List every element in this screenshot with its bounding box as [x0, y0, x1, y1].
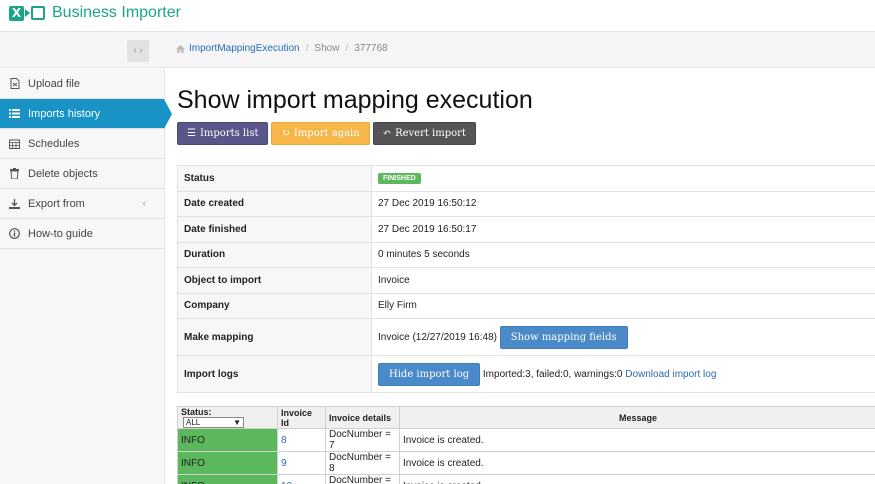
detail-value: 27 Dec 2019 16:50:12 [371, 190, 875, 217]
invoice-id-link[interactable]: 9 [277, 451, 326, 476]
list-icon: ☰ [187, 128, 196, 139]
detail-row-mapping: Make mapping Invoice (12/27/2019 16:48) … [177, 318, 875, 356]
status-filter-label: Status: [181, 407, 212, 417]
log-row: INFO 10 DocNumber = 9 Invoice is created… [177, 474, 875, 484]
download-import-log-link[interactable]: Download import log [625, 369, 716, 380]
action-toolbar: ☰ Imports list ↻ Import again ↶ Revert i… [177, 122, 479, 145]
column-header-invoice-id: Invoice Id [277, 405, 326, 430]
log-message: Invoice is created. [399, 474, 875, 484]
invoice-details: DocNumber = 7 [325, 428, 400, 453]
invoice-id-link[interactable]: 10 [277, 474, 326, 484]
app-title: Business Importer [52, 4, 181, 21]
import-again-button[interactable]: ↻ Import again [271, 122, 370, 145]
logo-mark-icon: X [9, 5, 45, 21]
refresh-icon: ↻ [281, 128, 290, 139]
chevron-left-icon[interactable]: ‹ [143, 198, 146, 209]
breadcrumb-bar: ‹ › ImportMappingExecution / Show / 3777… [0, 32, 875, 68]
column-header-invoice-details: Invoice details [325, 405, 400, 430]
log-message: Invoice is created. [399, 451, 875, 476]
main-content: Show import mapping execution ☰ Imports … [165, 69, 875, 484]
breadcrumb-link-execution[interactable]: ImportMappingExecution [189, 43, 300, 54]
detail-label: Make mapping [177, 318, 372, 356]
sidebar: Upload file Imports history Schedules De… [0, 69, 172, 484]
detail-label: Company [177, 292, 372, 319]
detail-label: Import logs [177, 355, 372, 393]
detail-label: Object to import [177, 267, 372, 294]
log-level: INFO [177, 428, 278, 453]
detail-row-date-finished: Date finished 27 Dec 2019 16:50:17 [177, 216, 875, 243]
breadcrumb-separator: / [305, 43, 309, 54]
detail-label: Duration [177, 241, 372, 268]
chevron-right-icon: › [139, 45, 143, 56]
page-title: Show import mapping execution [177, 86, 533, 114]
invoice-id-link[interactable]: 8 [277, 428, 326, 453]
sidebar-item-delete-objects[interactable]: Delete objects [0, 159, 164, 189]
import-again-label: Import again [293, 128, 360, 139]
info-icon [9, 228, 20, 239]
detail-label: Date created [177, 190, 372, 217]
list-icon [9, 108, 20, 119]
log-row: INFO 8 DocNumber = 7 Invoice is created. [177, 428, 875, 453]
imports-list-button[interactable]: ☰ Imports list [177, 122, 269, 145]
sidebar-item-label: Delete objects [28, 167, 98, 180]
log-message: Invoice is created. [399, 428, 875, 453]
invoice-details: DocNumber = 8 [325, 451, 400, 476]
import-log-table: Status: ALL ▼ Invoice Id Invoice details… [177, 405, 875, 484]
sidebar-item-label: Export from [28, 197, 85, 210]
detail-value: Elly Firm [371, 292, 875, 319]
breadcrumb-item-id: 377768 [354, 43, 388, 54]
log-level: INFO [177, 451, 278, 476]
log-table-header: Status: ALL ▼ Invoice Id Invoice details… [177, 405, 875, 430]
download-icon [9, 198, 20, 209]
sidebar-item-label: How-to guide [28, 227, 93, 240]
mapping-value: Invoice (12/27/2019 16:48) [378, 331, 497, 343]
calendar-icon [9, 138, 20, 149]
imports-list-label: Imports list [199, 128, 259, 139]
sidebar-item-imports-history[interactable]: Imports history [0, 99, 172, 129]
caret-down-icon: ▼ [233, 418, 241, 428]
detail-row-import-logs: Import logs Hide import log Imported:3, … [177, 355, 875, 393]
sidebar-toggle-button[interactable]: ‹ › [127, 40, 149, 62]
detail-row-company: Company Elly Firm [177, 292, 875, 319]
breadcrumb: ImportMappingExecution / Show / 377768 [176, 43, 388, 54]
hide-import-log-button[interactable]: Hide import log [378, 362, 481, 386]
sidebar-item-label: Upload file [28, 77, 80, 90]
detail-row-date-created: Date created 27 Dec 2019 16:50:12 [177, 190, 875, 217]
show-mapping-fields-button[interactable]: Show mapping fields [499, 325, 628, 349]
log-level: INFO [177, 474, 278, 484]
status-badge: FINISHED [378, 173, 421, 185]
detail-value: Invoice [371, 267, 875, 294]
revert-import-button[interactable]: ↶ Revert import [372, 122, 476, 145]
top-bar: X Business Importer [0, 0, 875, 32]
detail-row-object: Object to import Invoice [177, 267, 875, 294]
chevron-left-icon: ‹ [133, 45, 137, 56]
invoice-details: DocNumber = 9 [325, 474, 400, 484]
detail-label: Status [177, 165, 372, 192]
detail-row-status: Status FINISHED [177, 165, 875, 192]
undo-icon: ↶ [382, 128, 392, 139]
file-upload-icon [9, 78, 20, 89]
sidebar-item-schedules[interactable]: Schedules [0, 129, 164, 159]
column-header-message: Message [399, 405, 875, 430]
log-row: INFO 9 DocNumber = 8 Invoice is created. [177, 451, 875, 476]
detail-row-duration: Duration 0 minutes 5 seconds [177, 241, 875, 268]
sidebar-item-label: Imports history [28, 107, 101, 120]
sidebar-item-how-to-guide[interactable]: How-to guide [0, 219, 164, 249]
revert-import-label: Revert import [395, 128, 466, 139]
app-logo[interactable]: X Business Importer [9, 4, 181, 22]
home-icon [176, 44, 185, 53]
sidebar-item-upload-file[interactable]: Upload file [0, 69, 164, 99]
execution-details-table: Status FINISHED Date created 27 Dec 2019… [177, 165, 875, 393]
detail-value: 27 Dec 2019 16:50:17 [371, 216, 875, 243]
detail-value: 0 minutes 5 seconds [371, 241, 875, 268]
sidebar-item-label: Schedules [28, 137, 80, 150]
detail-label: Date finished [177, 216, 372, 243]
trash-icon [9, 168, 20, 179]
status-filter-value: ALL [186, 418, 201, 428]
status-filter-select[interactable]: ALL ▼ [183, 417, 244, 429]
breadcrumb-item-show: Show [314, 43, 340, 54]
breadcrumb-separator: / [345, 43, 349, 54]
import-summary: Imported:3, failed:0, warnings:0 [482, 368, 623, 380]
sidebar-item-export-from[interactable]: Export from ‹ [0, 189, 164, 219]
